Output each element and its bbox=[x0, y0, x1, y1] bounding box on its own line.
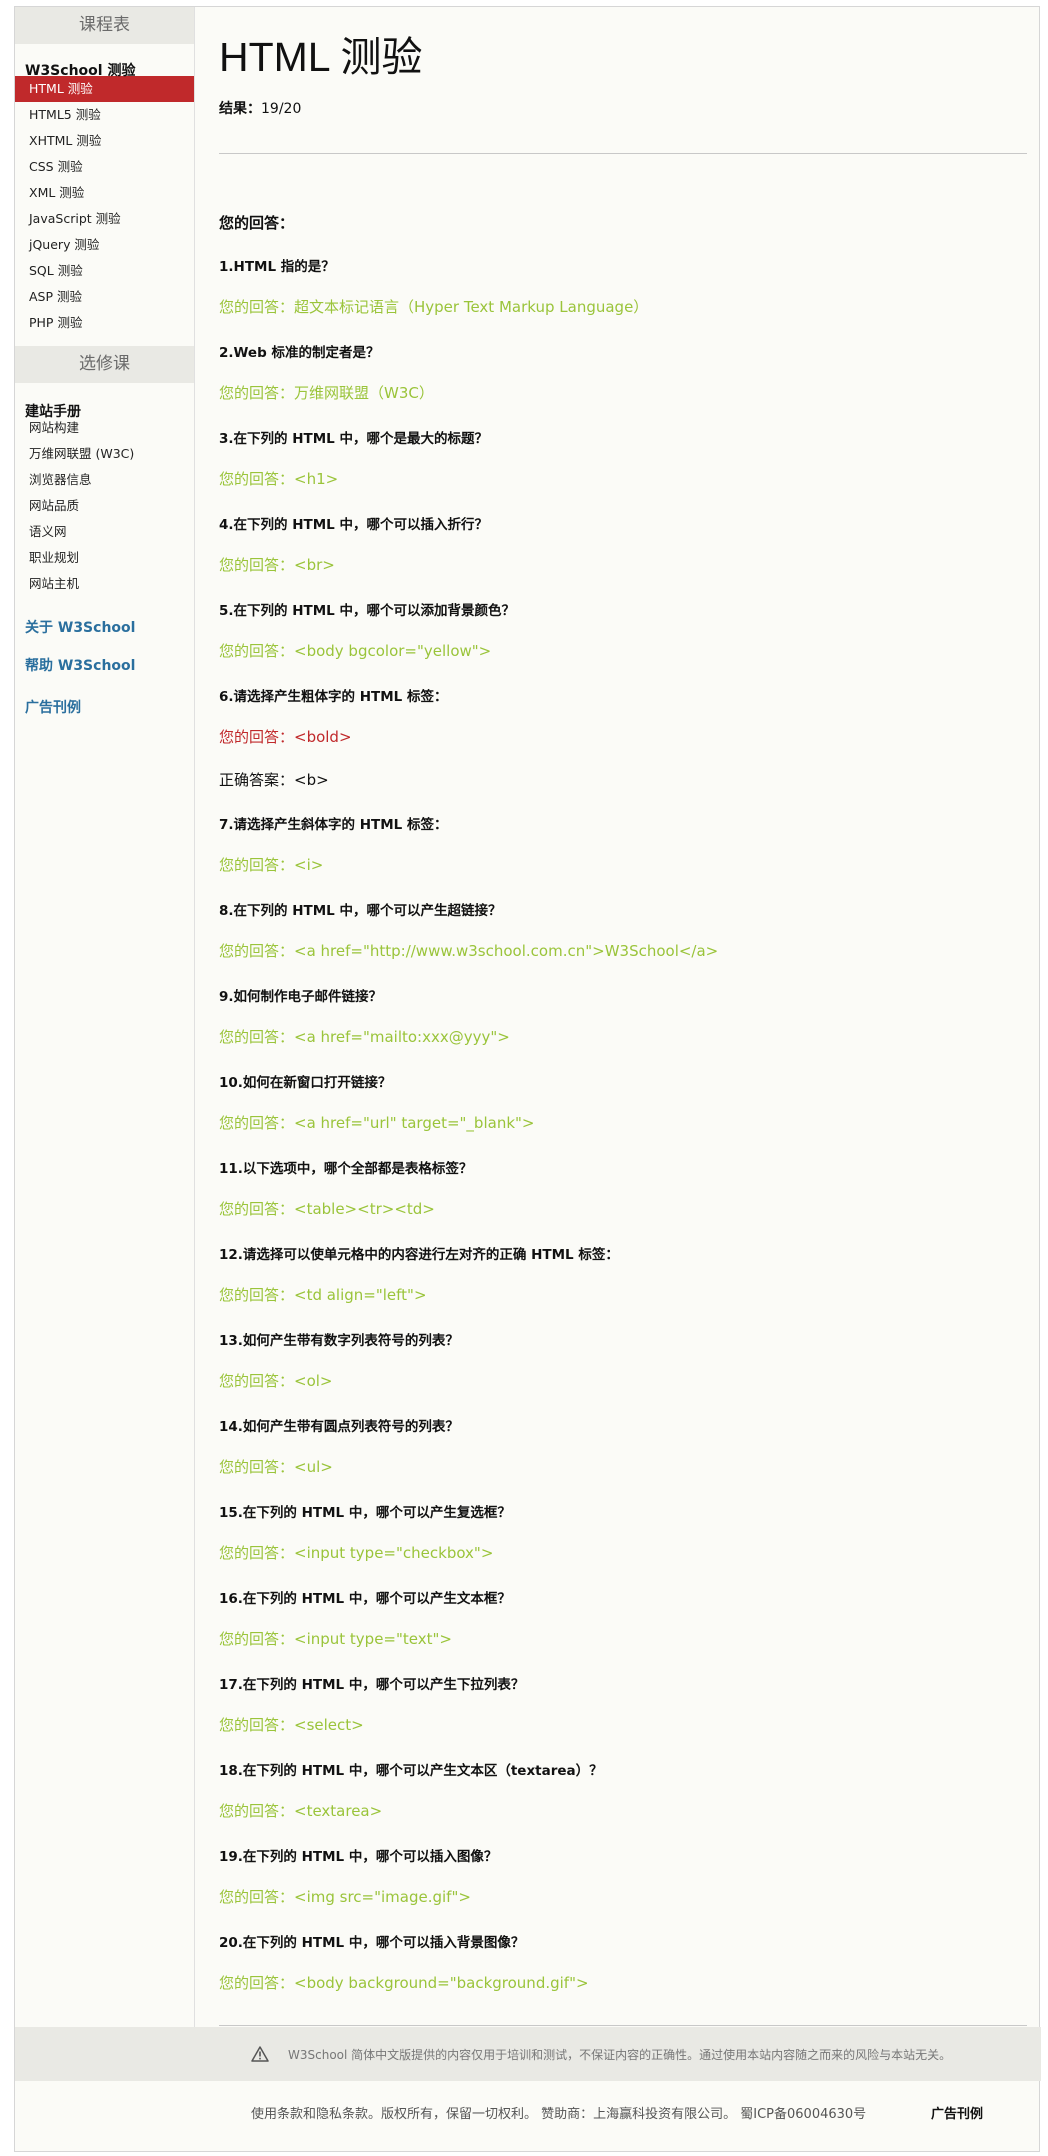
answer-11: 您的回答：<table><tr><td> bbox=[219, 1200, 435, 1218]
sidebar-item-jquery-quiz[interactable]: jQuery 测验 bbox=[15, 232, 194, 258]
question-19: 19.在下列的 HTML 中，哪个可以插入图像？ bbox=[219, 1849, 498, 1865]
answer-18: 您的回答：<textarea> bbox=[219, 1802, 383, 1820]
result-label: 结果： bbox=[219, 101, 261, 117]
answer-16: 您的回答：<input type="text"> bbox=[219, 1630, 452, 1648]
sidebar-list-quiz: HTML 测验 HTML5 测验 XHTML 测验 CSS 测验 XML 测验 … bbox=[15, 76, 194, 336]
sidebar-item-javascript-quiz[interactable]: JavaScript 测验 bbox=[15, 206, 194, 232]
sidebar-link-ads[interactable]: 广告刊例 bbox=[15, 697, 194, 717]
main-content: HTML 测验 结果：19/20 您的回答： 1.HTML 指的是？ 您的回答：… bbox=[196, 7, 1041, 2027]
answer-6-wrong: 您的回答：<bold> bbox=[219, 728, 352, 746]
question-16: 16.在下列的 HTML 中，哪个可以产生文本框？ bbox=[219, 1591, 511, 1607]
question-14: 14.如何产生带有圆点列表符号的列表？ bbox=[219, 1419, 459, 1435]
sidebar-item-sql-quiz[interactable]: SQL 测验 bbox=[15, 258, 194, 284]
question-4: 4.在下列的 HTML 中，哪个可以插入折行？ bbox=[219, 517, 488, 533]
page-title: HTML 测验 bbox=[219, 34, 423, 80]
answer-14: 您的回答：<ul> bbox=[219, 1458, 333, 1476]
sidebar-item-career[interactable]: 职业规划 bbox=[15, 545, 194, 571]
answer-8: 您的回答：<a href="http://www.w3school.com.cn… bbox=[219, 942, 719, 960]
answer-20: 您的回答：<body background="background.gif"> bbox=[219, 1974, 589, 1992]
sidebar-item-site-quality[interactable]: 网站品质 bbox=[15, 493, 194, 519]
question-17: 17.在下列的 HTML 中，哪个可以产生下拉列表？ bbox=[219, 1677, 525, 1693]
disclaimer-text: W3School 简体中文版提供的内容仅用于培训和测试，不保证内容的正确性。通过… bbox=[288, 2048, 952, 2062]
sidebar-item-browser-info[interactable]: 浏览器信息 bbox=[15, 467, 194, 493]
answer-9: 您的回答：<a href="mailto:xxx@yyy"> bbox=[219, 1028, 510, 1046]
sidebar-list-manual: 网站构建 万维网联盟 (W3C) 浏览器信息 网站品质 语义网 职业规划 网站主… bbox=[15, 415, 194, 597]
sidebar-item-site-construction[interactable]: 网站构建 bbox=[15, 415, 194, 441]
sidebar-item-xml-quiz[interactable]: XML 测验 bbox=[15, 180, 194, 206]
quiz-result: 结果：19/20 bbox=[219, 98, 301, 118]
answer-2: 您的回答：万维网联盟（W3C） bbox=[219, 384, 434, 402]
question-3: 3.在下列的 HTML 中，哪个是最大的标题？ bbox=[219, 431, 488, 447]
correct-answer-6: 正确答案：<b> bbox=[219, 771, 329, 789]
disclaimer-bar: W3School 简体中文版提供的内容仅用于培训和测试，不保证内容的正确性。通过… bbox=[15, 2027, 1041, 2081]
divider-bottom bbox=[219, 2025, 1027, 2026]
answer-15: 您的回答：<input type="checkbox"> bbox=[219, 1544, 494, 1562]
sidebar-link-about[interactable]: 关于 W3School bbox=[15, 617, 194, 637]
answer-12: 您的回答：<td align="left"> bbox=[219, 1286, 427, 1304]
answer-19: 您的回答：<img src="image.gif"> bbox=[219, 1888, 471, 1906]
question-20: 20.在下列的 HTML 中，哪个可以插入背景图像？ bbox=[219, 1935, 525, 1951]
sidebar-link-help[interactable]: 帮助 W3School bbox=[15, 655, 194, 675]
question-12: 12.请选择可以使单元格中的内容进行左对齐的正确 HTML 标签： bbox=[219, 1247, 619, 1263]
sidebar-item-semantic-web[interactable]: 语义网 bbox=[15, 519, 194, 545]
answer-17: 您的回答：<select> bbox=[219, 1716, 364, 1734]
question-7: 7.请选择产生斜体字的 HTML 标签： bbox=[219, 817, 448, 833]
result-value: 19/20 bbox=[261, 101, 302, 117]
sidebar-head-electives: 选修课 bbox=[15, 346, 194, 383]
question-10: 10.如何在新窗口打开链接？ bbox=[219, 1075, 392, 1091]
question-8: 8.在下列的 HTML 中，哪个可以产生超链接？ bbox=[219, 903, 502, 919]
question-11: 11.以下选项中，哪个全部都是表格标签？ bbox=[219, 1161, 473, 1177]
sidebar-item-asp-quiz[interactable]: ASP 测验 bbox=[15, 284, 194, 310]
sidebar-item-css-quiz[interactable]: CSS 测验 bbox=[15, 154, 194, 180]
sidebar: 课程表 W3School 测验 HTML 测验 HTML5 测验 XHTML 测… bbox=[15, 7, 195, 2027]
sidebar-item-w3c[interactable]: 万维网联盟 (W3C) bbox=[15, 441, 194, 467]
answer-4: 您的回答：<br> bbox=[219, 556, 335, 574]
answer-5: 您的回答：<body bgcolor="yellow"> bbox=[219, 642, 492, 660]
question-5: 5.在下列的 HTML 中，哪个可以添加背景颜色？ bbox=[219, 603, 515, 619]
footer-link-ads[interactable]: 广告刊例 bbox=[931, 2103, 983, 2122]
sidebar-item-html5-quiz[interactable]: HTML5 测验 bbox=[15, 102, 194, 128]
answer-13: 您的回答：<ol> bbox=[219, 1372, 333, 1390]
question-18: 18.在下列的 HTML 中，哪个可以产生文本区（textarea）？ bbox=[219, 1763, 603, 1779]
sidebar-item-hosting[interactable]: 网站主机 bbox=[15, 571, 194, 597]
question-2: 2.Web 标准的制定者是？ bbox=[219, 345, 380, 361]
answers-heading: 您的回答： bbox=[219, 214, 295, 232]
sidebar-head-courses: 课程表 bbox=[15, 7, 194, 44]
warning-icon bbox=[251, 2046, 269, 2062]
sidebar-item-php-quiz[interactable]: PHP 测验 bbox=[15, 310, 194, 336]
answer-10: 您的回答：<a href="url" target="_blank"> bbox=[219, 1114, 535, 1132]
answer-7: 您的回答：<i> bbox=[219, 856, 324, 874]
question-15: 15.在下列的 HTML 中，哪个可以产生复选框？ bbox=[219, 1505, 511, 1521]
question-9: 9.如何制作电子邮件链接？ bbox=[219, 989, 383, 1005]
answer-1: 您的回答：超文本标记语言（Hyper Text Markup Language） bbox=[219, 298, 649, 316]
sidebar-item-xhtml-quiz[interactable]: XHTML 测验 bbox=[15, 128, 194, 154]
footer-legal-text: 使用条款和隐私条款。版权所有，保留一切权利。 赞助商：上海赢科投资有限公司。 蜀… bbox=[251, 2107, 867, 2122]
question-6: 6.请选择产生粗体字的 HTML 标签： bbox=[219, 689, 448, 705]
question-13: 13.如何产生带有数字列表符号的列表？ bbox=[219, 1333, 459, 1349]
question-1: 1.HTML 指的是？ bbox=[219, 259, 335, 275]
answer-3: 您的回答：<h1> bbox=[219, 470, 339, 488]
divider bbox=[219, 153, 1027, 154]
page-frame: 课程表 W3School 测验 HTML 测验 HTML5 测验 XHTML 测… bbox=[14, 6, 1041, 2152]
